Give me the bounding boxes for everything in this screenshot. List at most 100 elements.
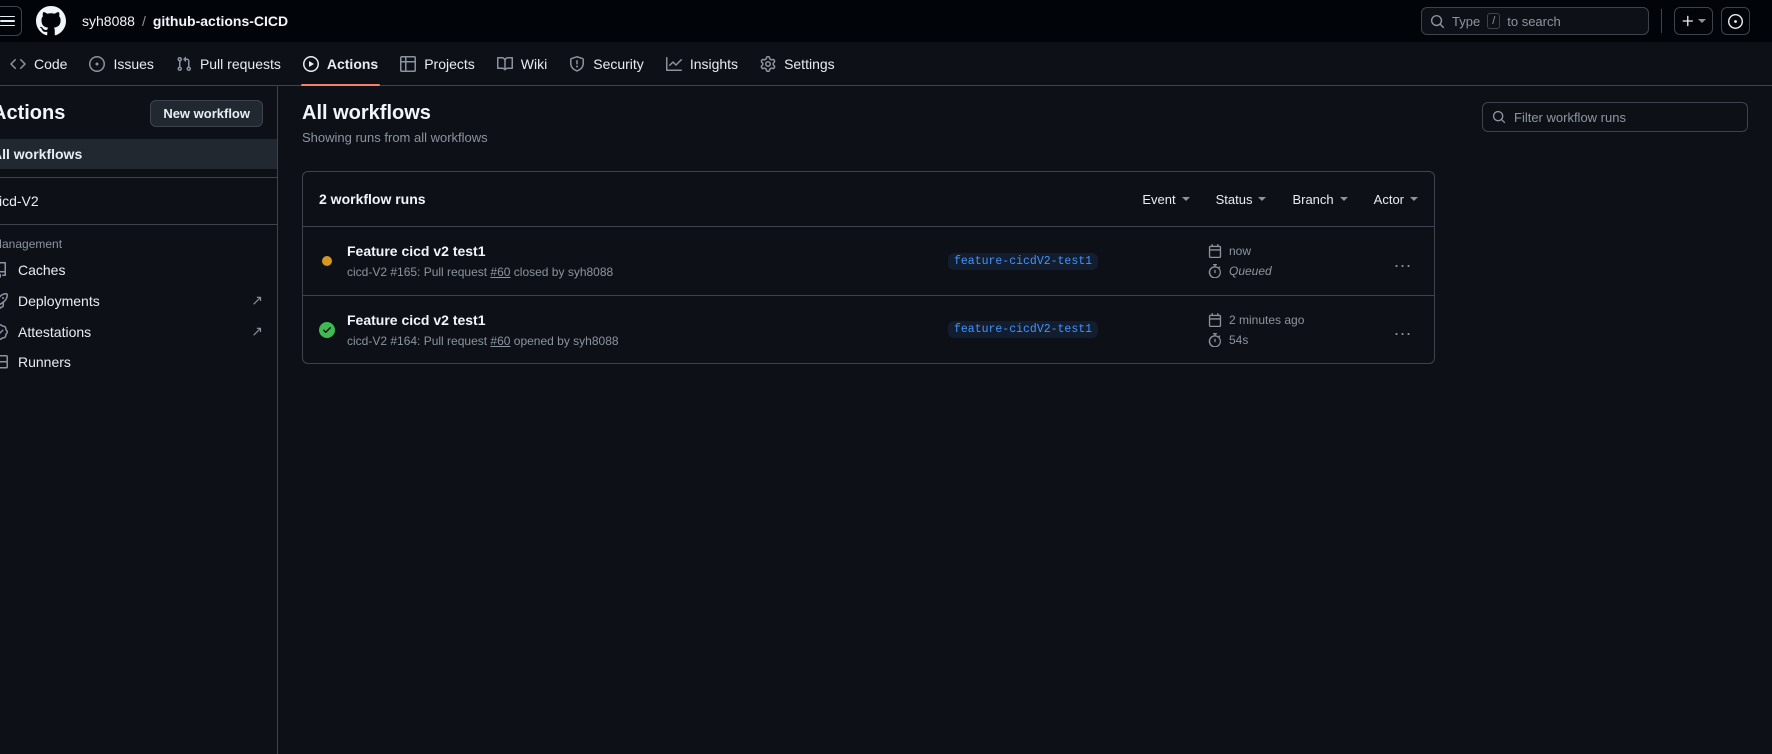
tab-pull-requests[interactable]: Pull requests: [166, 42, 291, 86]
chevron-down-icon: [1258, 197, 1267, 201]
book-icon: [496, 56, 513, 70]
server-icon: [0, 354, 8, 370]
gear-icon: [760, 55, 776, 72]
code-icon: [10, 58, 26, 69]
sidebar-item-all-workflows[interactable]: All workflows: [0, 139, 277, 169]
graph-icon: [665, 56, 682, 71]
run-meta: cicd-V2 #165: Pull request #60 closed by…: [347, 265, 948, 279]
filter-actor-label: Actor: [1373, 191, 1404, 207]
tab-actions-label: Actions: [326, 55, 379, 72]
workflow-run-row[interactable]: Feature cicd v2 test1 cicd-V2 #165: Pull…: [303, 227, 1434, 295]
run-duration-line: Queued: [1208, 264, 1388, 278]
sidebar-item-label: Deployments: [18, 292, 100, 309]
tab-actions[interactable]: Actions: [293, 42, 388, 86]
breadcrumb-owner[interactable]: syh8088: [82, 13, 135, 29]
tab-issues[interactable]: Issues: [79, 42, 163, 86]
tab-wiki-label: Wiki: [520, 55, 548, 72]
github-logo[interactable]: [36, 6, 66, 36]
issues-button[interactable]: [1721, 7, 1750, 35]
sidebar-item-label: Runners: [18, 354, 71, 370]
filter-branch-dropdown[interactable]: Branch: [1292, 191, 1348, 207]
calendar-icon: [1208, 312, 1222, 327]
run-meta: cicd-V2 #164: Pull request #60 opened by…: [347, 334, 948, 348]
filter-event-dropdown[interactable]: Event: [1142, 192, 1190, 207]
sidebar-item-cicd-v2[interactable]: cicd-V2: [0, 186, 277, 216]
sidebar-item-caches[interactable]: Caches: [0, 255, 277, 285]
filter-placeholder: Filter workflow runs: [1514, 109, 1626, 125]
filter-branch-label: Branch: [1292, 191, 1334, 207]
page-heading-block: All workflows Showing runs from all work…: [302, 102, 488, 145]
play-icon: [302, 55, 319, 72]
sidebar-group-management: Management: [0, 237, 63, 251]
filter-status-dropdown[interactable]: Status: [1216, 192, 1267, 207]
sidebar-header: Actions New workflow: [0, 100, 277, 127]
tab-insights[interactable]: Insights: [656, 42, 748, 86]
external-link-icon: ↗: [251, 323, 263, 339]
run-status-icon-wrapper: [319, 321, 335, 338]
run-branch-cell: feature-cicdV2-test1: [948, 321, 1208, 338]
run-time-line: 2 minutes ago: [1208, 312, 1388, 327]
filter-actor-dropdown[interactable]: Actor: [1374, 192, 1418, 207]
run-time: now: [1229, 244, 1252, 258]
stopwatch-icon: [1208, 332, 1221, 347]
tab-insights-label: Insights: [689, 55, 739, 72]
breadcrumb-repo[interactable]: github-actions-CICD: [153, 13, 288, 29]
run-filters: Event Status Branch Actor: [1142, 192, 1418, 207]
run-title[interactable]: Feature cicd v2 test1: [347, 312, 948, 328]
run-status-icon-wrapper: [319, 253, 335, 269]
workflow-runs-panel: 2 workflow runs Event Status Branch Acto…: [302, 171, 1435, 364]
check-circle-green-icon: [319, 321, 335, 338]
run-meta-prefix: cicd-V2 #164: Pull request: [347, 333, 491, 348]
branch-badge[interactable]: feature-cicdV2-test1: [948, 252, 1099, 270]
run-title[interactable]: Feature cicd v2 test1: [347, 243, 948, 259]
external-link-icon: ↗: [251, 292, 263, 308]
sidebar-item-label: Caches: [18, 262, 66, 278]
sidebar-item-attestations[interactable]: Attestations ↗: [0, 316, 277, 347]
run-time-line: now: [1208, 244, 1388, 258]
sidebar-item-label: cicd-V2: [0, 193, 39, 209]
run-main: Feature cicd v2 test1 cicd-V2 #165: Pull…: [347, 243, 948, 279]
notifications-button[interactable]: [1758, 7, 1766, 35]
run-timing: 2 minutes ago 54s: [1208, 312, 1388, 347]
main-content: All workflows Showing runs from all work…: [278, 86, 1772, 754]
tab-security[interactable]: Security: [559, 42, 654, 86]
new-workflow-button[interactable]: New workflow: [150, 100, 263, 127]
run-time: 2 minutes ago: [1229, 312, 1305, 327]
run-meta-pr-link[interactable]: #60: [490, 334, 510, 348]
tab-pull-requests-label: Pull requests: [199, 55, 281, 72]
run-meta-pr-link[interactable]: #60: [490, 265, 510, 279]
chevron-down-icon: [1339, 197, 1348, 201]
run-meta-suffix: closed by syh8088: [510, 265, 614, 279]
page-layout: Actions New workflow All workflows cicd-…: [0, 86, 1772, 754]
tab-projects[interactable]: Projects: [390, 42, 485, 86]
run-branch-cell: feature-cicdV2-test1: [948, 252, 1208, 270]
create-new-button[interactable]: [1674, 7, 1713, 35]
run-options-menu[interactable]: ...: [1388, 251, 1418, 272]
workflow-runs-count: 2 workflow runs: [319, 191, 426, 207]
branch-badge[interactable]: feature-cicdV2-test1: [948, 321, 1099, 338]
tab-wiki[interactable]: Wiki: [487, 42, 557, 86]
workflow-runs-header: 2 workflow runs Event Status Branch Acto…: [303, 172, 1434, 227]
sidebar-item-deployments[interactable]: Deployments ↗: [0, 285, 277, 316]
menu-icon[interactable]: [0, 6, 22, 36]
sidebar-divider: [0, 177, 277, 178]
tab-settings[interactable]: Settings: [750, 42, 845, 86]
page-subtitle: Showing runs from all workflows: [302, 130, 488, 145]
workflow-run-row[interactable]: Feature cicd v2 test1 cicd-V2 #164: Pull…: [303, 295, 1434, 363]
filter-status-label: Status: [1215, 191, 1253, 207]
search-input[interactable]: Type / to search: [1421, 7, 1649, 35]
run-duration: 54s: [1229, 332, 1249, 347]
run-options-menu[interactable]: ...: [1388, 319, 1418, 340]
breadcrumb-separator: /: [141, 13, 146, 29]
issue-opened-icon: [89, 55, 106, 72]
search-placeholder-suffix: to search: [1507, 13, 1561, 29]
search-icon: [1430, 14, 1445, 28]
tab-code[interactable]: Code: [0, 42, 77, 86]
header-divider: [1661, 9, 1662, 33]
filter-workflow-runs-input[interactable]: Filter workflow runs: [1482, 102, 1748, 132]
page-title: All workflows: [302, 102, 431, 124]
sidebar-divider: [0, 224, 277, 225]
sidebar-item-runners[interactable]: Runners: [0, 347, 277, 377]
table-icon: [400, 55, 417, 72]
main-header: All workflows Showing runs from all work…: [302, 102, 1748, 145]
